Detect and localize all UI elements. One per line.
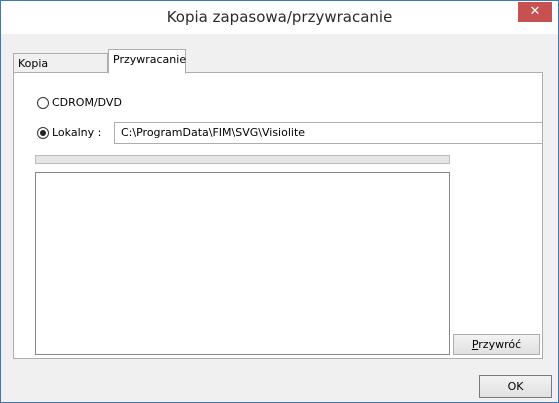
radio-local[interactable]: Lokalny : [37, 125, 101, 141]
radio-local-label: Lokalny : [52, 126, 102, 139]
tab-restore-label: Przywracanie [113, 53, 187, 66]
window-title: Kopia zapasowa/przywracanie [166, 8, 393, 26]
restore-progress-bar [35, 155, 450, 164]
restore-button[interactable]: Przywróć [453, 334, 540, 355]
local-path-input[interactable]: C:\ProgramData\FIM\SVG\Visiolite [114, 122, 543, 144]
restore-log-box[interactable] [35, 172, 450, 355]
radio-cdrom-label: CDROM/DVD [52, 96, 122, 109]
ok-button[interactable]: OK [479, 375, 552, 398]
title-bar[interactable]: Kopia zapasowa/przywracanie ✕ [1, 1, 558, 34]
tab-backup[interactable]: Kopia zapasowa [13, 53, 108, 90]
radio-cdrom[interactable]: CDROM/DVD [37, 95, 122, 111]
close-button[interactable]: ✕ [518, 2, 552, 22]
restore-button-label: rzywróć [478, 338, 522, 351]
backup-restore-dialog: Kopia zapasowa/przywracanie ✕ Kopia zapa… [0, 0, 559, 403]
radio-cdrom-indicator[interactable] [37, 97, 49, 109]
close-icon: ✕ [529, 4, 541, 19]
tab-restore[interactable]: Przywracanie [108, 49, 186, 74]
radio-local-indicator[interactable] [37, 127, 49, 139]
